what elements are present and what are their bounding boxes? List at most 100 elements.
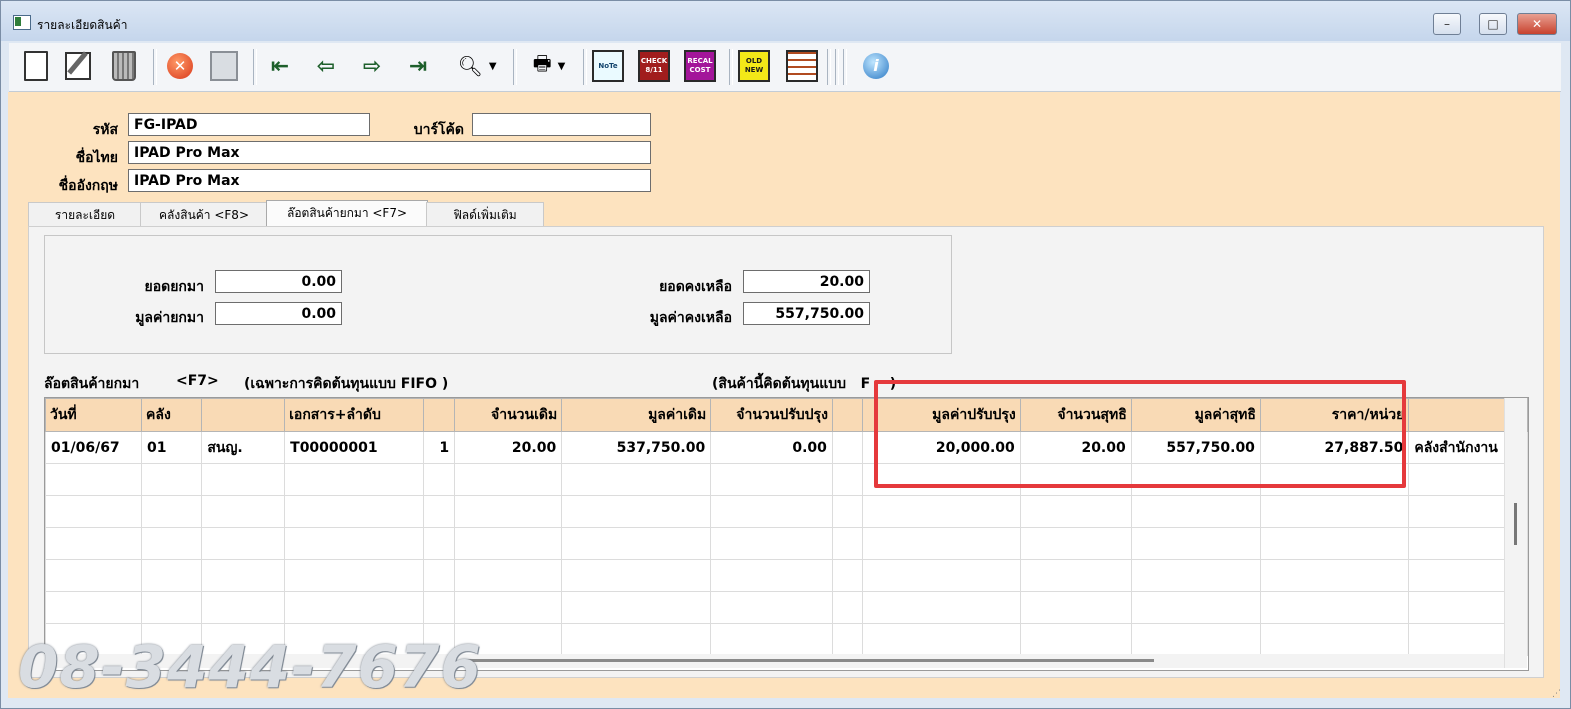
table-cell[interactable] [1130, 591, 1261, 624]
tab-warehouse[interactable]: คลังสินค้า <F8> [140, 202, 268, 227]
table-cell[interactable] [201, 463, 286, 496]
table-cell[interactable] [1019, 623, 1132, 656]
table-cell[interactable] [861, 527, 1021, 560]
tab-lot-brought-forward[interactable]: ล๊อตสินค้ายกมา <F7> [266, 200, 428, 228]
print-button[interactable]: 🖶 ▼ [521, 51, 577, 81]
table-cell[interactable] [140, 495, 203, 528]
table-cell[interactable] [831, 591, 863, 624]
check-button[interactable]: CHECK 8/11 [637, 50, 671, 82]
table-cell[interactable] [140, 591, 203, 624]
table-cell[interactable] [201, 559, 286, 592]
table-cell[interactable]: สนญ. [201, 431, 286, 464]
table-cell[interactable] [1130, 559, 1261, 592]
barcode-field[interactable] [472, 113, 651, 136]
info-button[interactable]: i [859, 51, 893, 81]
table-cell[interactable] [45, 559, 142, 592]
eng-name-field[interactable]: IPAD Pro Max [128, 169, 651, 192]
grid-header-cell[interactable]: จำนวนเดิม [454, 398, 563, 432]
table-cell[interactable] [1259, 495, 1410, 528]
table-cell[interactable] [831, 527, 863, 560]
table-cell[interactable] [831, 463, 863, 496]
table-cell[interactable] [284, 559, 424, 592]
table-cell[interactable]: 01 [140, 431, 203, 464]
table-row[interactable] [45, 495, 1528, 528]
new-button[interactable] [21, 51, 51, 81]
table-cell[interactable]: 1 [422, 431, 456, 464]
table-cell[interactable] [454, 495, 563, 528]
table-cell[interactable] [561, 623, 712, 656]
note-button[interactable]: NoTe [591, 50, 625, 82]
table-cell[interactable] [45, 527, 142, 560]
table-cell[interactable] [140, 463, 203, 496]
edit-button[interactable] [63, 51, 93, 81]
table-cell[interactable] [284, 495, 424, 528]
table-cell[interactable]: T00000001 [284, 431, 424, 464]
recal-cost-button[interactable]: RECAL COST [683, 50, 717, 82]
table-cell[interactable]: 20.00 [454, 431, 563, 464]
old-new-button[interactable]: OLD NEW [737, 50, 771, 82]
grid-header-cell[interactable]: วันที่ [45, 398, 142, 432]
next-record-button[interactable]: ⇨ [355, 51, 389, 81]
close-button[interactable]: ✕ [1517, 13, 1557, 35]
table-cell[interactable] [1019, 527, 1132, 560]
table-cell[interactable]: 537,750.00 [561, 431, 712, 464]
table-cell[interactable] [201, 495, 286, 528]
grid-header-cell[interactable]: เอกสาร+ลำดับ [284, 398, 424, 432]
tab-extra-fields[interactable]: ฟิลด์เพิ่มเติม [426, 202, 544, 227]
table-row[interactable] [45, 527, 1528, 560]
table-cell[interactable] [861, 623, 1021, 656]
table-cell[interactable] [561, 527, 712, 560]
table-cell[interactable] [284, 463, 424, 496]
balance-value-field[interactable]: 557,750.00 [743, 302, 870, 325]
table-row[interactable] [45, 559, 1528, 592]
table-cell[interactable] [1019, 559, 1132, 592]
grid-button[interactable] [785, 50, 819, 82]
table-cell[interactable] [140, 527, 203, 560]
table-cell[interactable] [561, 591, 712, 624]
table-cell[interactable] [140, 559, 203, 592]
tab-details[interactable]: รายละเอียด [28, 202, 142, 227]
delete-button[interactable] [109, 51, 139, 81]
table-cell[interactable] [1130, 623, 1261, 656]
table-cell[interactable] [1259, 591, 1410, 624]
bf-value-field[interactable]: 0.00 [215, 302, 342, 325]
table-cell[interactable] [1259, 623, 1410, 656]
table-cell[interactable] [201, 591, 286, 624]
table-cell[interactable] [284, 527, 424, 560]
cancel-button[interactable]: ✕ [163, 51, 197, 81]
table-cell[interactable] [861, 495, 1021, 528]
thai-name-field[interactable]: IPAD Pro Max [128, 141, 651, 164]
table-cell[interactable] [1259, 527, 1410, 560]
table-cell[interactable] [454, 463, 563, 496]
vertical-scrollbar[interactable] [1504, 398, 1527, 668]
search-button[interactable]: 🔍︎ ▼ [449, 51, 505, 81]
table-cell[interactable] [422, 495, 456, 528]
grid-header-cell[interactable]: จำนวนปรับปรุง [710, 398, 833, 432]
table-cell[interactable] [1259, 559, 1410, 592]
table-cell[interactable] [710, 527, 833, 560]
table-cell[interactable] [710, 623, 833, 656]
table-cell[interactable] [454, 591, 563, 624]
minimize-button[interactable]: – [1433, 13, 1461, 35]
table-cell[interactable] [454, 559, 563, 592]
table-cell[interactable] [831, 559, 863, 592]
table-cell[interactable] [710, 591, 833, 624]
table-cell[interactable] [201, 527, 286, 560]
table-cell[interactable] [561, 463, 712, 496]
table-cell[interactable] [422, 463, 456, 496]
table-cell[interactable]: 0.00 [710, 431, 833, 464]
table-cell[interactable] [710, 495, 833, 528]
table-cell[interactable] [45, 591, 142, 624]
table-cell[interactable] [1019, 495, 1132, 528]
grid-header-cell[interactable] [422, 398, 456, 432]
table-cell[interactable] [284, 591, 424, 624]
table-cell[interactable] [831, 495, 863, 528]
resize-grip-icon[interactable]: ⋰ [1552, 689, 1561, 699]
table-cell[interactable] [831, 623, 863, 656]
table-cell[interactable] [710, 463, 833, 496]
table-cell[interactable] [1130, 495, 1261, 528]
table-cell[interactable] [422, 559, 456, 592]
grid-header-cell[interactable]: คลัง [140, 398, 203, 432]
table-cell[interactable] [861, 591, 1021, 624]
table-cell[interactable] [454, 527, 563, 560]
